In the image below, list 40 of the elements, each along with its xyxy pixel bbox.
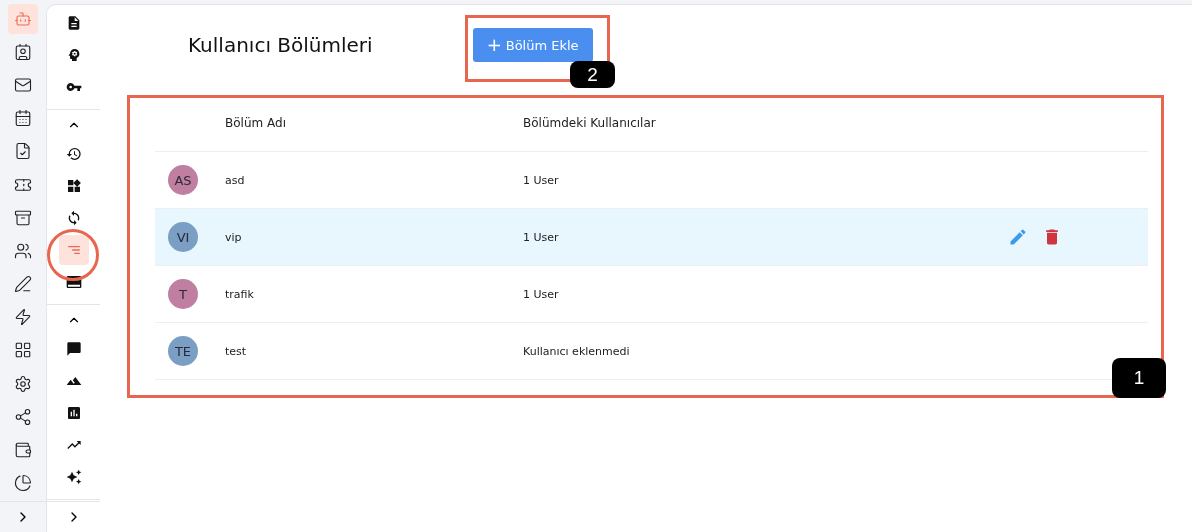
- section-name: test: [225, 344, 248, 358]
- mail-icon: [14, 76, 32, 95]
- users-icon: [14, 241, 32, 260]
- settings-icon: [14, 374, 32, 393]
- lightning-icon: [14, 308, 32, 327]
- highlight-circle: [47, 229, 99, 281]
- id-card-icon: [14, 43, 32, 61]
- user-count: Kullanıcı eklenmedi: [523, 344, 631, 358]
- user-count: 1 User: [523, 287, 560, 301]
- section-name: asd: [225, 173, 246, 187]
- avatar: VI: [168, 222, 198, 252]
- wallet-icon: [14, 440, 32, 459]
- share-icon: [14, 407, 32, 426]
- grid-icon: [14, 341, 32, 360]
- avatar: T: [168, 279, 198, 309]
- table-row[interactable]: VI vip 1 User: [155, 209, 1148, 266]
- section-name: vip: [225, 230, 243, 244]
- user-count: 1 User: [523, 230, 560, 244]
- user-count: 1 User: [523, 173, 560, 187]
- robot-icon: [14, 9, 32, 28]
- stars-icon: [65, 469, 82, 485]
- history-icon: [65, 146, 82, 162]
- grid-icon: [65, 178, 82, 194]
- bar-chart-icon: [65, 405, 82, 421]
- calendar-icon: [14, 109, 32, 128]
- archive-icon: [14, 208, 32, 227]
- column-header: Bölümdeki Kullanıcılar: [523, 116, 657, 130]
- avatar: AS: [168, 165, 198, 195]
- step-badge: 1: [1112, 358, 1166, 398]
- pie-chart-icon: [14, 474, 32, 492]
- chat-icon: [65, 341, 82, 357]
- checklist-icon: [14, 142, 32, 161]
- column-header: Bölüm Adı: [225, 116, 287, 130]
- avatar: TE: [168, 336, 198, 366]
- step-badge: 2: [570, 61, 615, 88]
- page-title: Kullanıcı Bölümleri: [188, 33, 373, 57]
- pen-icon: [14, 275, 32, 294]
- panel-icon: [65, 274, 82, 290]
- edit-icon[interactable]: [1008, 227, 1028, 247]
- section-name: trafik: [225, 287, 255, 301]
